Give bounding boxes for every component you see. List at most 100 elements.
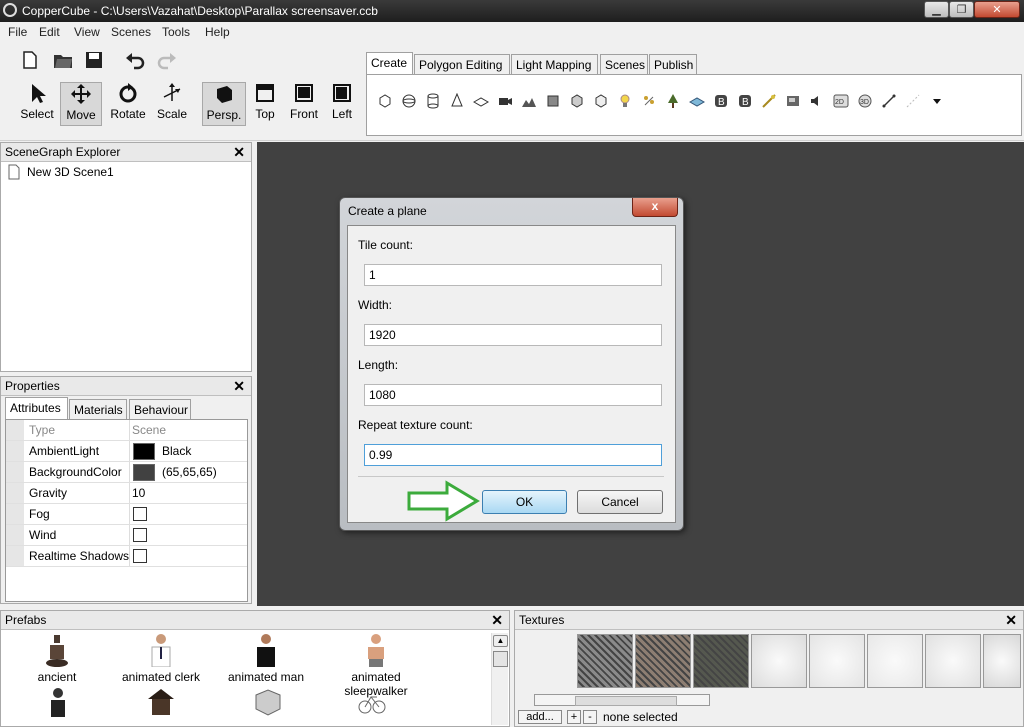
menu-file[interactable]: File bbox=[8, 25, 27, 39]
cylinder-icon[interactable] bbox=[425, 93, 441, 109]
ok-button[interactable]: OK bbox=[482, 490, 567, 514]
fog-texture-1[interactable] bbox=[751, 634, 807, 688]
scenegraph-item[interactable]: New 3D Scene1 bbox=[1, 162, 251, 182]
move-tool[interactable]: Move bbox=[60, 82, 102, 126]
save-icon[interactable] bbox=[84, 50, 104, 70]
prefab-ancient[interactable]: ancient bbox=[7, 633, 107, 684]
property-row[interactable]: AmbientLight Black bbox=[6, 441, 247, 462]
property-row[interactable]: Gravity 10 bbox=[6, 483, 247, 504]
scroll-up-icon[interactable]: ▲ bbox=[493, 635, 508, 647]
tab-publish[interactable]: Publish bbox=[649, 54, 697, 74]
tree-icon[interactable] bbox=[665, 93, 681, 109]
dots-icon[interactable] bbox=[905, 93, 921, 109]
prefabs-scrollbar[interactable]: ▲ bbox=[491, 633, 508, 725]
plane-icon[interactable] bbox=[473, 93, 489, 109]
checkbox[interactable] bbox=[133, 528, 147, 542]
length-input[interactable]: 1080 bbox=[364, 384, 662, 406]
menu-scenes[interactable]: Scenes bbox=[111, 25, 151, 39]
cone-icon[interactable] bbox=[449, 93, 465, 109]
tab-light-mapping[interactable]: Light Mapping bbox=[511, 54, 598, 74]
3d-icon[interactable]: 3D bbox=[857, 93, 873, 109]
path-icon[interactable] bbox=[761, 93, 777, 109]
property-value[interactable]: Black bbox=[162, 441, 191, 461]
hut-icon[interactable] bbox=[146, 687, 176, 717]
fog-texture-3[interactable] bbox=[867, 634, 923, 688]
property-value[interactable]: 10 bbox=[132, 483, 145, 503]
terrain-icon[interactable] bbox=[521, 93, 537, 109]
overlay-icon[interactable] bbox=[785, 93, 801, 109]
close-icon[interactable]: ✕ bbox=[491, 611, 503, 629]
prefab-animated-man[interactable]: animated man bbox=[216, 633, 316, 684]
checkbox[interactable] bbox=[133, 549, 147, 563]
property-row[interactable]: Wind bbox=[6, 525, 247, 546]
water-icon[interactable] bbox=[689, 93, 705, 109]
rust-texture[interactable] bbox=[635, 634, 691, 688]
camera-icon[interactable] bbox=[497, 93, 513, 109]
property-row[interactable]: Type Scene bbox=[6, 420, 247, 441]
menu-view[interactable]: View bbox=[74, 25, 100, 39]
cube-icon[interactable] bbox=[377, 93, 393, 109]
grid-texture[interactable] bbox=[693, 634, 749, 688]
color-swatch[interactable] bbox=[133, 464, 155, 481]
front-view-button[interactable]: Front bbox=[286, 82, 322, 124]
billboard-icon[interactable] bbox=[545, 93, 561, 109]
maximize-button[interactable]: ❐ bbox=[949, 1, 974, 18]
gravel-texture[interactable] bbox=[577, 634, 633, 688]
tab-polygon-editing[interactable]: Polygon Editing bbox=[414, 54, 510, 74]
new-file-icon[interactable] bbox=[20, 50, 40, 70]
width-input[interactable]: 1920 bbox=[364, 324, 662, 346]
particle-icon[interactable] bbox=[641, 93, 657, 109]
tab-create[interactable]: Create bbox=[366, 52, 413, 74]
property-row[interactable]: Realtime Shadows bbox=[6, 546, 247, 567]
fog-texture-4[interactable] bbox=[925, 634, 981, 688]
left-view-button[interactable]: Left bbox=[326, 82, 358, 124]
dropdown-icon[interactable] bbox=[929, 93, 945, 109]
checkbox[interactable] bbox=[133, 507, 147, 521]
button-b-icon[interactable]: B bbox=[713, 93, 729, 109]
line-icon[interactable] bbox=[881, 93, 897, 109]
minus-button[interactable]: - bbox=[583, 710, 597, 724]
scale-tool[interactable]: Scale bbox=[154, 82, 190, 124]
close-icon[interactable]: ✕ bbox=[233, 143, 245, 161]
scroll-thumb[interactable] bbox=[493, 651, 508, 667]
fog-texture-5[interactable] bbox=[983, 634, 1021, 688]
tile-count-input[interactable]: 1 bbox=[364, 264, 662, 286]
menu-tools[interactable]: Tools bbox=[162, 25, 190, 39]
tab-behaviour[interactable]: Behaviour bbox=[129, 399, 191, 419]
textures-scrollbar[interactable] bbox=[534, 694, 710, 706]
property-value[interactable]: Scene bbox=[132, 420, 166, 440]
property-row[interactable]: BackgroundColor (65,65,65) bbox=[6, 462, 247, 483]
redo-icon[interactable] bbox=[156, 50, 178, 70]
open-folder-icon[interactable] bbox=[52, 50, 74, 70]
add-texture-button[interactable]: add... bbox=[518, 710, 562, 724]
repeat-texture-input[interactable]: 0.99 bbox=[364, 444, 662, 466]
button-b2-icon[interactable]: B bbox=[737, 93, 753, 109]
tab-attributes[interactable]: Attributes bbox=[5, 397, 68, 419]
sound-icon[interactable] bbox=[809, 93, 825, 109]
mesh-icon[interactable] bbox=[593, 93, 609, 109]
perspective-view-button[interactable]: Persp. bbox=[202, 82, 246, 126]
bicycle-icon[interactable] bbox=[357, 687, 387, 717]
menu-edit[interactable]: Edit bbox=[39, 25, 60, 39]
tab-materials[interactable]: Materials bbox=[69, 399, 127, 419]
prefab-animated-clerk[interactable]: animated clerk bbox=[111, 633, 211, 684]
color-swatch[interactable] bbox=[133, 443, 155, 460]
select-tool[interactable]: Select bbox=[17, 82, 57, 124]
close-icon[interactable]: ✕ bbox=[233, 377, 245, 395]
minimize-button[interactable]: ▁ bbox=[924, 1, 949, 18]
dialog-close-button[interactable]: x bbox=[632, 198, 678, 217]
undo-icon[interactable] bbox=[124, 50, 146, 70]
top-view-button[interactable]: Top bbox=[250, 82, 280, 124]
light-icon[interactable] bbox=[617, 93, 633, 109]
tab-scenes[interactable]: Scenes bbox=[600, 54, 648, 74]
property-row[interactable]: Fog bbox=[6, 504, 247, 525]
sphere-icon[interactable] bbox=[401, 93, 417, 109]
menu-help[interactable]: Help bbox=[205, 25, 230, 39]
close-icon[interactable]: ✕ bbox=[1005, 611, 1017, 629]
close-window-button[interactable]: ✕ bbox=[974, 1, 1020, 18]
property-value[interactable]: (65,65,65) bbox=[162, 462, 217, 482]
2d-icon[interactable]: 2D bbox=[833, 93, 849, 109]
crate-icon[interactable] bbox=[253, 687, 283, 717]
fog-texture-2[interactable] bbox=[809, 634, 865, 688]
cancel-button[interactable]: Cancel bbox=[577, 490, 663, 514]
